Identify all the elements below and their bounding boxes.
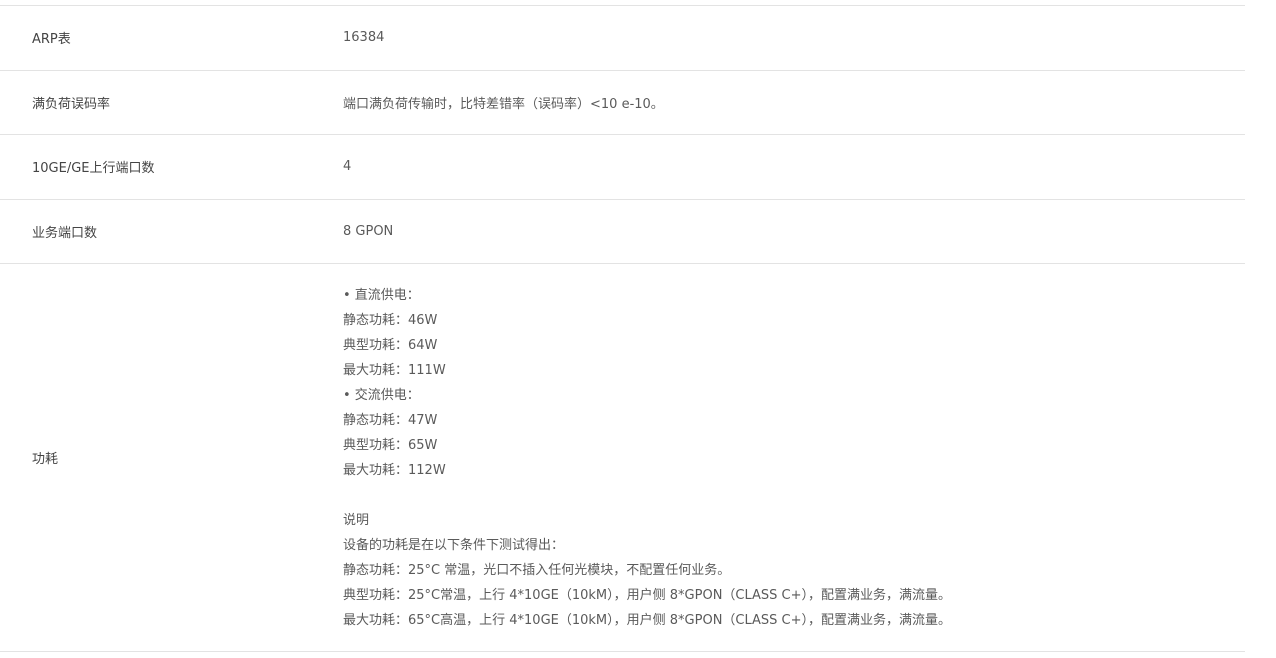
ac-typical-power: 典型功耗：65W	[343, 437, 438, 453]
row-value: 16384	[343, 30, 385, 46]
table-row: 满负荷误码率 端口满负荷传输时，比特差错率（误码率）<10 e-10。	[0, 71, 1245, 135]
dc-static-power: 静态功耗：46W	[343, 312, 438, 328]
row-label: 满负荷误码率	[32, 96, 111, 112]
dc-typical-power: 典型功耗：64W	[343, 337, 438, 353]
row-value: 端口满负荷传输时，比特差错率（误码率）<10 e-10。	[343, 96, 664, 112]
table-row: 业务端口数 8 GPON	[0, 200, 1245, 264]
note-line: 典型功耗：25°C常温，上行 4*10GE（10kM），用户侧 8*GPON（C…	[343, 587, 952, 603]
dc-heading: • 直流供电：	[343, 287, 420, 303]
dc-max-power: 最大功耗：111W	[343, 362, 446, 378]
row-value: 8 GPON	[343, 223, 394, 239]
table-row: ARP表 16384	[0, 6, 1245, 71]
spec-table: ARP表 16384 满负荷误码率 端口满负荷传输时，比特差错率（误码率）<10…	[0, 5, 1245, 652]
row-label: 功耗	[32, 452, 59, 467]
row-label: 业务端口数	[32, 225, 98, 241]
ac-static-power: 静态功耗：47W	[343, 412, 438, 428]
ac-heading: • 交流供电：	[343, 387, 420, 403]
note-line: 最大功耗：65°C高温，上行 4*10GE（10kM），用户侧 8*GPON（C…	[343, 612, 952, 628]
note-line: 静态功耗：25°C 常温，光口不插入任何光模块，不配置任何业务。	[343, 562, 731, 578]
note-line: 设备的功耗是在以下条件下测试得出：	[343, 537, 565, 553]
power-details: • 直流供电： 静态功耗：46W 典型功耗：64W 最大功耗：111W • 交流…	[311, 283, 1245, 633]
row-value: 4	[343, 159, 352, 175]
table-row-power: 功耗 • 直流供电： 静态功耗：46W 典型功耗：64W 最大功耗：111W •…	[0, 264, 1245, 652]
table-row: 10GE/GE上行端口数 4	[0, 135, 1245, 200]
note-title: 说明	[343, 512, 370, 528]
ac-max-power: 最大功耗：112W	[343, 462, 446, 478]
row-label: 10GE/GE上行端口数	[32, 161, 155, 177]
row-label: ARP表	[32, 32, 71, 48]
